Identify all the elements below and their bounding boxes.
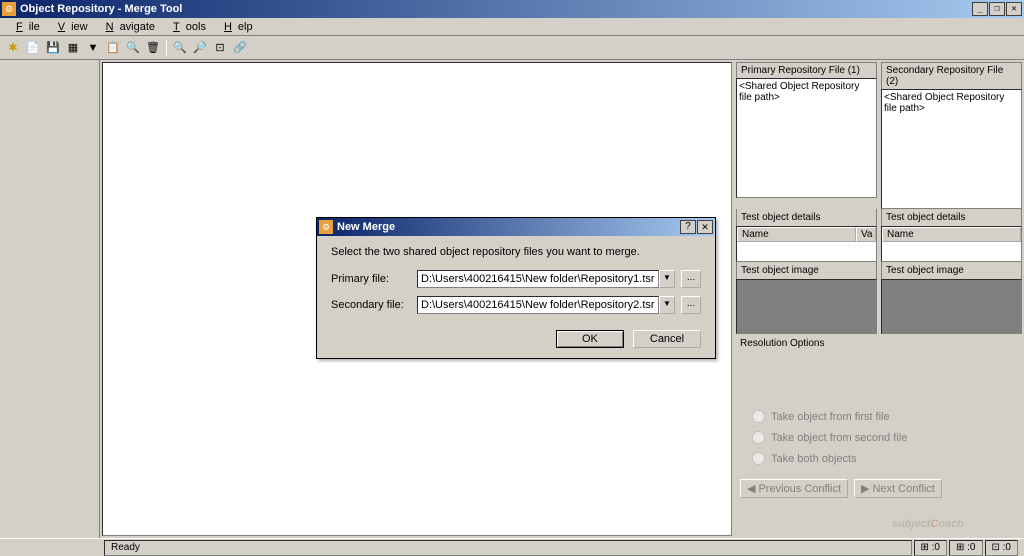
dialog-help-button[interactable]: ? <box>680 220 696 234</box>
app-icon: ⚙ <box>2 2 16 16</box>
menubar: File View Navigate Tools Help <box>0 18 1024 36</box>
secondary-repo-header: Secondary Repository File (2) <box>881 62 1022 89</box>
dialog-icon: ⚙ <box>319 220 333 234</box>
tool-zoomin-icon[interactable]: 🔍 <box>171 39 189 57</box>
tool-find-icon[interactable]: 🔍 <box>124 39 142 57</box>
opt-both-label: Take both objects <box>771 453 857 465</box>
close-button[interactable]: ✕ <box>1006 2 1022 16</box>
cancel-button[interactable]: Cancel <box>633 330 701 348</box>
new-merge-dialog: ⚙ New Merge ? ✕ Select the two shared ob… <box>316 217 716 359</box>
prev-icon: ◀ <box>747 482 755 495</box>
minimize-button[interactable]: _ <box>972 2 988 16</box>
primary-image-label: Test object image <box>736 262 877 279</box>
primary-details-grid[interactable]: Name Va <box>736 226 877 262</box>
toolbar: ✱ 📄 💾 ▦ ▼ 📋 🔍 🗑 🔍 🔎 ⊡ 🔗 <box>0 36 1024 60</box>
secondary-file-label: Secondary file: <box>331 299 411 311</box>
next-conflict-label: Next Conflict <box>872 483 934 495</box>
tool-delete-icon[interactable]: 🗑 <box>144 39 162 57</box>
status-pane-3: ⊡ :0 <box>985 540 1019 556</box>
menu-view[interactable]: View <box>46 20 94 34</box>
primary-repo-header: Primary Repository File (1) <box>736 62 877 78</box>
radio-first[interactable] <box>752 410 765 423</box>
tool-new-icon[interactable]: ✱ <box>4 39 22 57</box>
restore-button[interactable]: ❐ <box>989 2 1005 16</box>
primary-file-input[interactable] <box>417 270 659 288</box>
col-name-2[interactable]: Name <box>882 227 1021 242</box>
secondary-details-label: Test object details <box>881 209 1022 226</box>
resolution-options: Take object from first file Take object … <box>736 398 1022 473</box>
right-panel: Primary Repository File (1) <Shared Obje… <box>734 60 1024 538</box>
ok-button[interactable]: OK <box>556 330 624 348</box>
dialog-title: New Merge <box>337 221 680 233</box>
primary-image-box <box>736 279 877 334</box>
secondary-file-input[interactable] <box>417 296 659 314</box>
dialog-instruction: Select the two shared object repository … <box>331 246 701 258</box>
opt-take-both[interactable]: Take both objects <box>752 448 1018 469</box>
radio-second[interactable] <box>752 431 765 444</box>
opt-second-label: Take object from second file <box>771 432 907 444</box>
prev-conflict-label: Previous Conflict <box>758 483 841 495</box>
tool-save-icon[interactable]: 💾 <box>44 39 62 57</box>
status-pane-1: ⊞ :0 <box>914 540 948 556</box>
tool-link-icon[interactable]: 🔗 <box>231 39 249 57</box>
secondary-dropdown-icon[interactable]: ▼ <box>659 296 675 314</box>
primary-file-label: Primary file: <box>331 273 411 285</box>
next-conflict-button[interactable]: ▶Next Conflict <box>854 479 942 498</box>
menu-help[interactable]: Help <box>212 20 259 34</box>
tool-zoomout-icon[interactable]: 🔎 <box>191 39 209 57</box>
secondary-browse-button[interactable]: ... <box>681 296 701 314</box>
tool-list-icon[interactable]: 📋 <box>104 39 122 57</box>
tool-filter-icon[interactable]: ▼ <box>84 39 102 57</box>
secondary-file-combo[interactable]: ▼ <box>417 296 675 314</box>
resolution-label: Resolution Options <box>736 334 1022 353</box>
prev-conflict-button[interactable]: ◀Previous Conflict <box>740 479 848 498</box>
menu-file[interactable]: File <box>4 20 46 34</box>
opt-take-second[interactable]: Take object from second file <box>752 427 1018 448</box>
secondary-image-box <box>881 279 1022 334</box>
status-ready: Ready <box>104 540 912 556</box>
window-titlebar: ⚙ Object Repository - Merge Tool _ ❐ ✕ <box>0 0 1024 18</box>
tool-zoomfit-icon[interactable]: ⊡ <box>211 39 229 57</box>
secondary-repo-tree[interactable]: <Shared Object Repository file path> <box>881 89 1022 209</box>
primary-file-combo[interactable]: ▼ <box>417 270 675 288</box>
radio-both[interactable] <box>752 452 765 465</box>
status-pane-2: ⊞ :0 <box>949 540 983 556</box>
opt-first-label: Take object from first file <box>771 411 890 423</box>
window-buttons: _ ❐ ✕ <box>972 2 1022 16</box>
col-name[interactable]: Name <box>737 227 856 242</box>
primary-repo-tree[interactable]: <Shared Object Repository file path> <box>736 78 877 198</box>
statusbar: Ready ⊞ :0 ⊞ :0 ⊡ :0 <box>0 538 1024 556</box>
opt-take-first[interactable]: Take object from first file <box>752 406 1018 427</box>
primary-details-label: Test object details <box>736 209 877 226</box>
dialog-close-button[interactable]: ✕ <box>697 220 713 234</box>
tool-open-icon[interactable]: 📄 <box>24 39 42 57</box>
menu-tools[interactable]: Tools <box>161 20 212 34</box>
toolbar-separator <box>166 40 167 56</box>
primary-dropdown-icon[interactable]: ▼ <box>659 270 675 288</box>
col-va[interactable]: Va <box>856 227 876 242</box>
tool-grid-icon[interactable]: ▦ <box>64 39 82 57</box>
dialog-titlebar: ⚙ New Merge ? ✕ <box>317 218 715 236</box>
secondary-image-label: Test object image <box>881 262 1022 279</box>
left-panel <box>0 60 100 538</box>
next-icon: ▶ <box>861 482 869 495</box>
menu-navigate[interactable]: Navigate <box>94 20 161 34</box>
secondary-details-grid[interactable]: Name <box>881 226 1022 262</box>
primary-browse-button[interactable]: ... <box>681 270 701 288</box>
window-title: Object Repository - Merge Tool <box>20 3 972 15</box>
